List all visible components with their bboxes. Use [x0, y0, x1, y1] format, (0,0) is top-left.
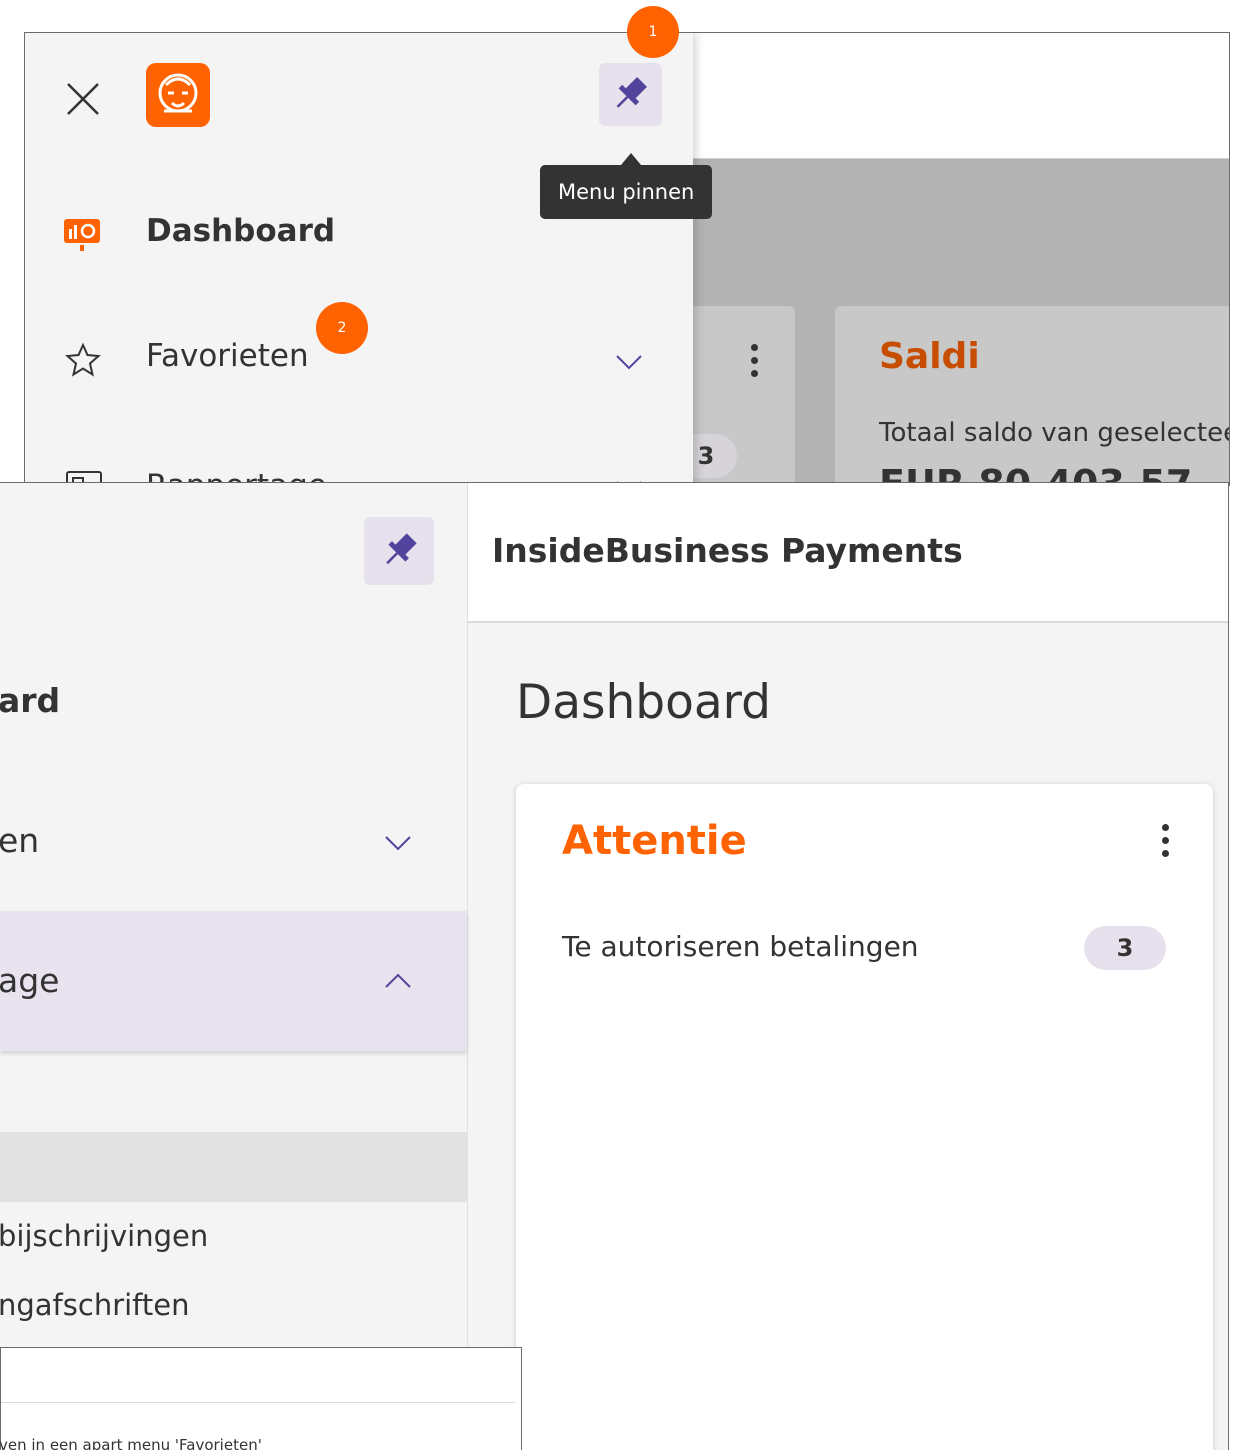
card-title: Attentie — [562, 818, 747, 864]
chevron-down-icon[interactable] — [384, 835, 412, 851]
menu-item-dashboard[interactable]: ard — [0, 681, 60, 720]
saldi-title: Saldi — [879, 336, 980, 377]
dialog-preview: ven in een apart menu 'Favorieten' — [0, 1347, 522, 1450]
count-badge: 3 — [1084, 926, 1166, 970]
tooltip-arrow — [621, 153, 641, 165]
ing-lion-logo — [146, 63, 210, 127]
menu-item-rapportage-selected[interactable]: age — [0, 911, 467, 1051]
menu-item-favorieten[interactable]: en — [0, 821, 39, 860]
kebab-icon[interactable] — [745, 344, 765, 380]
kebab-menu-icon[interactable] — [1156, 824, 1176, 860]
dialog-text: ven in een apart menu 'Favorieten' — [0, 1436, 262, 1450]
menu-item-label: Favorieten — [146, 338, 309, 374]
pinned-sidebar: ard en age bijschrijvingen ngafschriften — [0, 483, 468, 1450]
star-icon — [65, 342, 101, 378]
pin-tooltip: Menu pinnen — [540, 165, 713, 219]
menu-item-label: Dashboard — [146, 213, 336, 249]
menu-unpinned-screenshot: 3 Saldi Totaal saldo van geselecteerde E… — [24, 32, 1230, 486]
dashboard-icon — [63, 217, 101, 253]
submenu-item-bijschrijvingen[interactable]: bijschrijvingen — [0, 1219, 208, 1253]
attentie-card: Attentie Te autoriseren betalingen 3 — [516, 784, 1213, 1450]
app-header: InsideBusiness Payments — [468, 483, 1228, 623]
menu-header — [25, 33, 693, 158]
step-marker-1: 1 — [627, 6, 679, 58]
app-title: InsideBusiness Payments — [492, 531, 963, 570]
dialog-divider — [1, 1402, 515, 1403]
menu-pinned-screenshot: ard en age bijschrijvingen ngafschriften… — [0, 482, 1229, 1450]
page-title: Dashboard — [516, 675, 771, 730]
side-menu: Dashboard Favorieten Rapportage — [25, 33, 693, 485]
chevron-up-icon[interactable] — [384, 973, 412, 989]
pin-menu-button[interactable] — [364, 517, 434, 585]
menu-item-label: age — [0, 961, 60, 1000]
step-marker-2: 2 — [316, 302, 368, 354]
submenu-item-highlighted[interactable] — [0, 1132, 467, 1202]
row-label: Te autoriseren betalingen — [562, 930, 919, 963]
pin-menu-button[interactable] — [599, 63, 662, 126]
close-icon[interactable] — [65, 81, 101, 117]
attentie-row[interactable]: Te autoriseren betalingen 3 — [562, 924, 1172, 974]
submenu-item-afschriften[interactable]: ngafschriften — [0, 1288, 189, 1322]
saldi-text: Totaal saldo van geselecteerde — [879, 418, 1229, 448]
saldi-card-dimmed: Saldi Totaal saldo van geselecteerde EUR… — [835, 306, 1229, 485]
chevron-down-icon[interactable] — [615, 354, 643, 370]
